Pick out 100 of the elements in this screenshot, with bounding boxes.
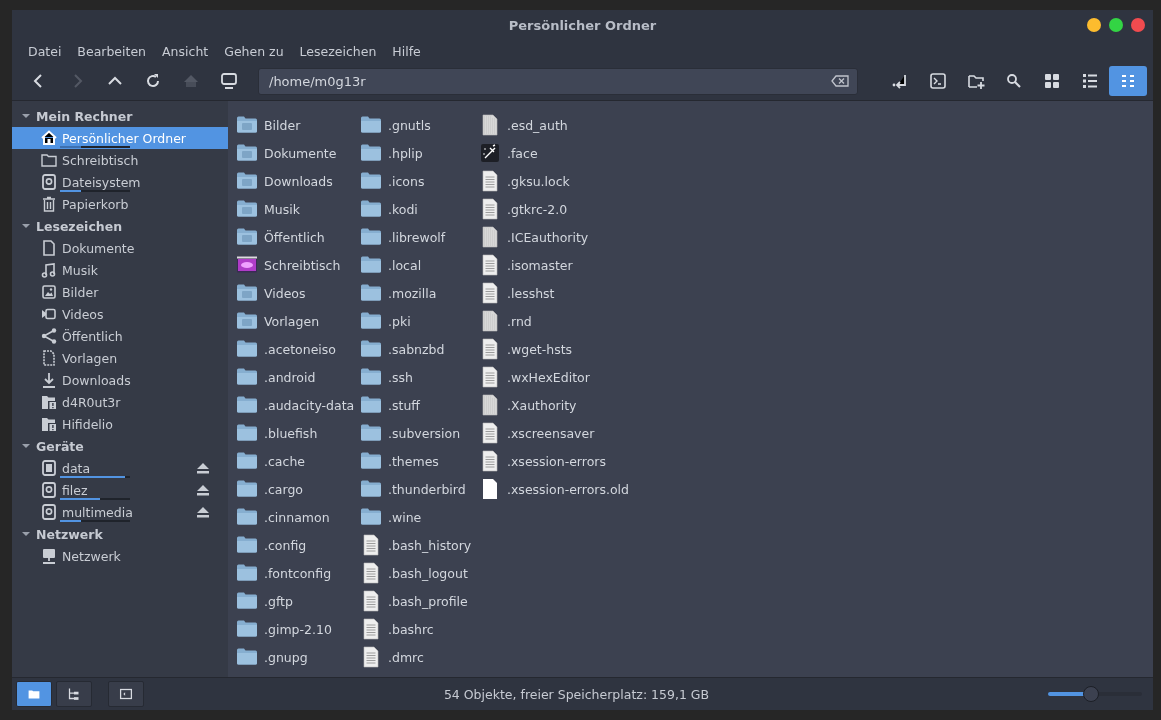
file-name[interactable]: Videos (264, 285, 306, 301)
file-name[interactable]: .fontconfig (264, 565, 332, 581)
special-folder-icon[interactable] (236, 226, 258, 248)
file-name[interactable]: Vorlagen (264, 313, 320, 329)
sidebar-item[interactable]: Papierkorb (12, 193, 228, 215)
binary-file-icon[interactable] (479, 114, 501, 136)
menu-item[interactable]: Lesezeichen (291, 43, 385, 59)
sidebar-item[interactable]: filez (12, 479, 228, 501)
menu-item[interactable]: Gehen zu (216, 43, 292, 59)
file-name[interactable]: .gnupg (264, 649, 308, 665)
text-file-icon[interactable] (360, 618, 382, 640)
folder-icon[interactable] (360, 310, 382, 332)
file-name[interactable]: .ssh (388, 369, 413, 385)
text-file-icon[interactable] (479, 366, 501, 388)
sidebar-item[interactable]: data (12, 457, 228, 479)
special-folder-icon[interactable] (236, 198, 258, 220)
special-folder-icon[interactable] (236, 310, 258, 332)
file-name[interactable]: .audacity-data (264, 397, 355, 413)
path-input[interactable]: /home/m0g13r (267, 72, 831, 90)
file-name[interactable]: .kodi (388, 201, 418, 217)
desktop-folder-icon[interactable] (236, 254, 258, 276)
file-name[interactable]: .gnutls (388, 117, 431, 133)
file-name[interactable]: .face (507, 145, 538, 161)
file-name[interactable]: .wine (388, 509, 422, 525)
file-name[interactable]: .bash_logout (388, 565, 468, 581)
folder-icon[interactable] (360, 366, 382, 388)
menu-item[interactable]: Hilfe (384, 43, 429, 59)
file-name[interactable]: .lesshst (507, 285, 555, 301)
folder-icon[interactable] (236, 450, 258, 472)
folder-icon[interactable] (360, 422, 382, 444)
text-file-icon[interactable] (360, 590, 382, 612)
folder-icon[interactable] (236, 366, 258, 388)
window-button[interactable] (1087, 18, 1101, 32)
file-name[interactable]: .rnd (507, 313, 532, 329)
text-file-icon[interactable] (479, 282, 501, 304)
folder-icon[interactable] (360, 506, 382, 528)
folder-icon[interactable] (360, 226, 382, 248)
folder-icon[interactable] (360, 450, 382, 472)
file-name[interactable]: Öffentlich (264, 229, 325, 245)
folder-icon[interactable] (360, 254, 382, 276)
toggle-sidebar-button[interactable] (108, 681, 144, 707)
sidebar-item[interactable]: Hifidelio (12, 413, 228, 435)
file-name[interactable]: .wxHexEditor (507, 369, 590, 385)
folder-icon[interactable] (360, 338, 382, 360)
special-folder-icon[interactable] (236, 282, 258, 304)
file-name[interactable]: Musik (264, 201, 300, 217)
binary-file-icon[interactable] (479, 394, 501, 416)
text-file-icon[interactable] (479, 422, 501, 444)
file-name[interactable]: .acetoneiso (264, 341, 336, 357)
file-name[interactable]: Bilder (264, 117, 301, 133)
places-button[interactable] (16, 681, 52, 707)
sidebar-item[interactable]: Vorlagen (12, 347, 228, 369)
folder-icon[interactable] (236, 590, 258, 612)
slider-thumb[interactable] (1083, 686, 1100, 702)
window-button[interactable] (1109, 18, 1123, 32)
sidebar-item[interactable]: Videos (12, 303, 228, 325)
file-name[interactable]: .isomaster (507, 257, 573, 273)
binary-file-icon[interactable] (479, 310, 501, 332)
sidebar-item[interactable]: Bilder (12, 281, 228, 303)
menu-item[interactable]: Datei (20, 43, 70, 59)
file-name[interactable]: .ICEauthority (507, 229, 589, 245)
folder-icon[interactable] (236, 478, 258, 500)
file-name[interactable]: .bash_profile (388, 593, 468, 609)
file-name[interactable]: .hplip (388, 145, 423, 161)
special-folder-icon[interactable] (236, 142, 258, 164)
text-file-icon[interactable] (479, 198, 501, 220)
file-name[interactable]: .xsession-errors.old (507, 481, 629, 497)
file-name[interactable]: .gftp (264, 593, 293, 609)
folder-icon[interactable] (360, 478, 382, 500)
file-name[interactable]: .stuff (388, 397, 420, 413)
text-file-icon[interactable] (479, 338, 501, 360)
file-name[interactable]: .dmrc (388, 649, 424, 665)
file-name[interactable]: .xsession-errors (507, 453, 606, 469)
eject-icon[interactable] (196, 483, 210, 497)
folder-icon[interactable] (236, 506, 258, 528)
file-name[interactable]: .pki (388, 313, 411, 329)
menu-item[interactable]: Ansicht (154, 43, 217, 59)
file-name[interactable]: .wget-hsts (507, 341, 573, 357)
file-name[interactable]: .Xauthority (507, 397, 577, 413)
file-name[interactable]: Dokumente (264, 145, 337, 161)
sidebar-item[interactable]: Dokumente (12, 237, 228, 259)
clear-icon[interactable] (831, 74, 849, 88)
text-file-icon[interactable] (479, 254, 501, 276)
file-name[interactable]: .mozilla (388, 285, 437, 301)
folder-icon[interactable] (236, 534, 258, 556)
file-name[interactable]: .bashrc (388, 621, 434, 637)
folder-icon[interactable] (360, 394, 382, 416)
file-name[interactable]: .bash_history (388, 537, 472, 553)
file-name[interactable]: .icons (388, 173, 425, 189)
text-file-icon[interactable] (360, 562, 382, 584)
binary-file-icon[interactable] (479, 226, 501, 248)
folder-icon[interactable] (360, 198, 382, 220)
image-file-icon[interactable] (479, 142, 501, 164)
file-name[interactable]: .android (264, 369, 316, 385)
file-name[interactable]: .librewolf (388, 229, 446, 245)
sidebar-item[interactable]: Netzwerk (12, 545, 228, 567)
file-name[interactable]: Schreibtisch (264, 257, 341, 273)
special-folder-icon[interactable] (236, 170, 258, 192)
file-name[interactable]: .themes (388, 453, 439, 469)
file-name[interactable]: .subversion (388, 425, 461, 441)
